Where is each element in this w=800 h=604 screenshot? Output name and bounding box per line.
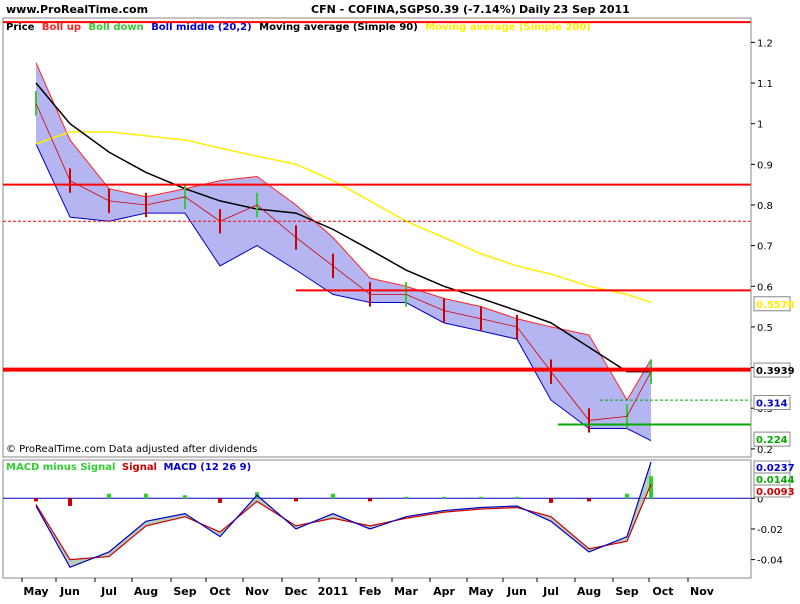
macd-histogram-bar: [218, 498, 222, 503]
x-tick-label: Oct: [209, 585, 230, 598]
x-tick-label: Feb: [359, 585, 382, 598]
legend-ma90: Moving average (Simple 90): [259, 22, 418, 33]
price-y-tick-label: 1: [757, 120, 763, 131]
macd-histogram-bar: [625, 493, 629, 499]
macd-histogram-bar: [183, 495, 187, 499]
macd-legend-signal: Signal: [122, 462, 157, 473]
price-value-label: 0.3939: [756, 366, 795, 377]
price-y-tick-label: 0.5: [757, 323, 773, 334]
x-tick-label: Mar: [394, 585, 418, 598]
x-tick-label: Aug: [134, 585, 158, 598]
macd-histogram-bar: [587, 498, 591, 502]
macd-axis: 0-0.02-0.040.02370.01440.0093: [750, 460, 795, 578]
x-tick-label: Dec: [284, 585, 307, 598]
legend-ma200: Moving average (Simple 200): [425, 22, 591, 33]
x-tick-label: Sep: [615, 585, 638, 598]
macd-histogram-bar: [368, 498, 372, 502]
legend: Price Boll up Boll down Boll middle (20,…: [6, 22, 591, 33]
price-y-tick-label: 0.8: [757, 201, 773, 212]
price-y-tick-label: 1.1: [757, 79, 773, 90]
price-y-tick-label: 0.7: [757, 242, 773, 253]
macd-legend: MACD minus Signal Signal MACD (12 26 9): [6, 462, 251, 473]
macd-panel: [2, 459, 752, 579]
macd-value-label: 0.0237: [756, 463, 795, 474]
x-tick-label: Jun: [506, 585, 527, 598]
price-value-label: 0.314: [756, 399, 788, 410]
x-tick-label: Nov: [245, 585, 270, 598]
macd-y-tick-label: -0.04: [757, 556, 783, 567]
macd-y-tick-label: -0.02: [757, 525, 783, 536]
price-value-label: 0.224: [756, 435, 788, 446]
x-tick-label: Oct: [652, 585, 673, 598]
price-axis: 1.21.110.90.80.70.60.50.40.30.20.55780.3…: [750, 18, 795, 457]
date-label: 23 Sep 2011: [553, 3, 630, 16]
price-y-tick-label: 0.6: [757, 282, 773, 293]
macd-histogram-bar: [549, 498, 553, 503]
x-tick-label: Jun: [59, 585, 80, 598]
price-y-tick-label: 0.9: [757, 160, 773, 171]
macd-value-label: 0.0144: [756, 475, 795, 486]
macd-histogram-bar: [144, 493, 148, 499]
macd-value-label: 0.0093: [756, 487, 795, 498]
chart-title: CFN - COFINA,SGPS: [311, 3, 432, 16]
price-value-label: 0.5578: [756, 300, 795, 311]
macd-histogram-bar: [34, 498, 38, 502]
legend-boll-middle: Boll middle (20,2): [151, 22, 252, 33]
macd-histogram-bar: [479, 496, 483, 499]
x-tick-label: Jul: [542, 585, 559, 598]
x-tick-label: Nov: [690, 585, 715, 598]
site-label: www.ProRealTime.com: [6, 3, 148, 16]
macd-legend-macd: MACD (12 26 9): [163, 462, 251, 473]
macd-histogram-bar: [294, 498, 298, 502]
x-tick-label: Aug: [577, 585, 601, 598]
x-tick-label: Jul: [100, 585, 117, 598]
macd-histogram-bar: [404, 496, 408, 499]
chart-root: www.ProRealTime.com CFN - COFINA,SGPS 0.…: [2, 3, 795, 598]
legend-boll-down: Boll down: [88, 22, 143, 33]
x-tick-label: 2011: [318, 585, 349, 598]
macd-histogram-bar: [442, 496, 446, 499]
period-label: Daily: [519, 3, 550, 16]
x-tick-label: Sep: [173, 585, 196, 598]
x-tick-label: Apr: [433, 585, 455, 598]
price-change: 0.39 (-7.14%): [432, 3, 516, 16]
x-axis: May Jun Jul Aug Sep Oct Nov Dec 2011 Feb Mar Apr May…: [21, 578, 715, 598]
macd-legend-hist: MACD minus Signal: [6, 462, 115, 473]
price-y-tick-label: 1.2: [757, 38, 773, 49]
macd-histogram-bar: [68, 498, 72, 506]
x-tick-label: May: [23, 585, 48, 598]
legend-boll-up: Boll up: [42, 22, 81, 33]
macd-histogram-bar: [515, 496, 519, 499]
legend-price: Price: [6, 22, 35, 33]
footer-note: © ProRealTime.com Data adjusted after di…: [6, 444, 257, 455]
macd-histogram-bar: [107, 493, 111, 499]
x-tick-label: May: [468, 585, 493, 598]
macd-histogram-bar: [331, 493, 335, 499]
